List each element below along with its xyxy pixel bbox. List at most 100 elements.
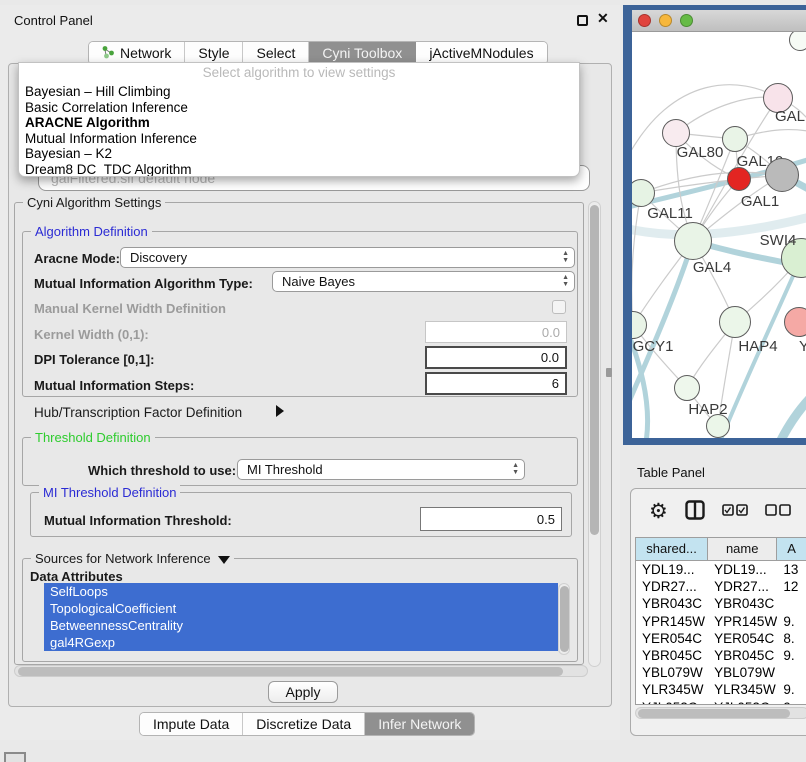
mi-type-combobox[interactable]: Naive Bayes ▲▼ xyxy=(272,271,575,292)
algorithm-dropdown-item[interactable]: Mutual Information Inference xyxy=(19,131,579,147)
data-attribute-item[interactable]: TopologicalCoefficient xyxy=(44,600,558,617)
node-unlabeled[interactable] xyxy=(706,414,730,438)
table-cell: YBR045C xyxy=(708,647,777,664)
network-view-window: GALGAL80GAL10GAL1GAL11SWI4GAL4GCY1HAP4YH… xyxy=(623,5,806,445)
minimized-panel-icon[interactable] xyxy=(4,752,26,762)
tab-style[interactable]: Style xyxy=(185,42,243,64)
tab-network-label: Network xyxy=(120,45,171,61)
float-panel-icon[interactable] xyxy=(577,15,588,26)
tab-jactivemnodules[interactable]: jActiveMNodules xyxy=(416,42,546,64)
window-minimize-icon[interactable] xyxy=(659,14,672,27)
node-unlabeled[interactable] xyxy=(789,32,806,51)
data-attribute-item[interactable]: BetweennessCentrality xyxy=(44,617,558,634)
algorithm-dropdown-popup: Select algorithm to view settings Bayesi… xyxy=(18,62,580,177)
table-row[interactable]: YDL19...YDL19...13 xyxy=(636,561,806,578)
table-row[interactable]: YLR345WYLR345W9. xyxy=(636,681,806,698)
node-gcy1[interactable] xyxy=(632,311,647,339)
which-threshold-combobox[interactable]: MI Threshold ▲▼ xyxy=(237,459,525,480)
data-attributes-label: Data Attributes xyxy=(30,569,123,584)
splitter-handle[interactable] xyxy=(606,368,612,377)
table-row[interactable]: YER054CYER054C8. xyxy=(636,630,806,647)
node-hap2[interactable] xyxy=(674,375,700,401)
network-icon xyxy=(102,45,115,62)
tab-infer-network[interactable]: Infer Network xyxy=(365,713,474,735)
table-row[interactable]: YBR043CYBR043C xyxy=(636,595,806,612)
table-cell: YBR043C xyxy=(636,595,708,612)
node-gal1[interactable] xyxy=(727,167,751,191)
deselect-all-checkboxes-icon[interactable] xyxy=(765,503,791,521)
table-cell: YPR145W xyxy=(636,613,708,630)
node-table[interactable]: shared... name A YDL19...YDL19...13YDR27… xyxy=(635,537,806,705)
tab-select[interactable]: Select xyxy=(243,42,309,64)
table-row[interactable]: YDR27...YDR27...12 xyxy=(636,578,806,595)
network-canvas[interactable]: GALGAL80GAL10GAL1GAL11SWI4GAL4GCY1HAP4YH… xyxy=(632,32,806,438)
kernel-width-field[interactable]: 0.0 xyxy=(425,321,567,343)
mi-threshold-field[interactable]: 0.5 xyxy=(420,507,562,531)
aracne-mode-combobox[interactable]: Discovery ▲▼ xyxy=(120,247,575,268)
attributes-scrollbar[interactable] xyxy=(558,583,570,655)
node-hap4[interactable] xyxy=(719,306,751,338)
algorithm-dropdown-item[interactable]: Basic Correlation Inference xyxy=(19,100,579,116)
table-cell: YLR345W xyxy=(636,681,708,698)
table-cell xyxy=(777,664,806,681)
table-cell: 12 xyxy=(777,578,806,595)
node-gal4[interactable] xyxy=(674,222,712,260)
table-cell: YBR045C xyxy=(636,647,708,664)
table-cell: YLR345W xyxy=(708,681,777,698)
table-row[interactable]: YBR045CYBR045C9. xyxy=(636,647,806,664)
table-horizontal-scrollbar[interactable] xyxy=(635,707,806,719)
dpi-tolerance-field[interactable]: 0.0 xyxy=(425,346,567,369)
table-cell: YJL052C xyxy=(636,699,708,706)
table-row[interactable]: YPR145WYPR145W9. xyxy=(636,613,806,630)
algorithm-dropdown-item[interactable]: Dream8 DC_TDC Algorithm xyxy=(19,162,579,177)
node-label: GAL4 xyxy=(693,259,731,276)
node-gal80[interactable] xyxy=(662,119,690,147)
table-cell xyxy=(777,595,806,612)
apply-button[interactable]: Apply xyxy=(268,681,338,703)
network-window-titlebar[interactable] xyxy=(632,10,806,32)
table-cell: YBL079W xyxy=(708,664,777,681)
algorithm-dropdown-item[interactable]: ARACNE Algorithm xyxy=(19,115,579,131)
table-row[interactable]: YJL052CYJL052C9 xyxy=(636,699,806,706)
node-label: GCY1 xyxy=(633,338,674,355)
node-y[interactable] xyxy=(784,307,806,337)
control-panel-title: Control Panel xyxy=(14,13,93,28)
dpi-tolerance-label: DPI Tolerance [0,1]: xyxy=(34,352,154,367)
column-header-name[interactable]: name xyxy=(708,538,777,560)
manual-kernel-checkbox[interactable] xyxy=(552,300,566,314)
table-row[interactable]: YBL079WYBL079W xyxy=(636,664,806,681)
columns-icon[interactable] xyxy=(685,500,705,525)
mi-steps-field[interactable]: 6 xyxy=(425,372,567,395)
tab-network[interactable]: Network xyxy=(89,42,185,64)
window-zoom-icon[interactable] xyxy=(680,14,693,27)
control-panel: Control Panel ✕ Network Style Select xyxy=(0,5,620,740)
collapse-down-icon[interactable] xyxy=(218,556,230,564)
algorithm-definition-legend: Algorithm Definition xyxy=(31,224,152,239)
table-cell: YDR27... xyxy=(636,578,708,595)
column-header-clipped[interactable]: A xyxy=(777,538,806,560)
expand-right-icon[interactable] xyxy=(276,405,284,417)
tab-discretize-data[interactable]: Discretize Data xyxy=(243,713,365,735)
select-all-checkboxes-icon[interactable] xyxy=(722,503,748,521)
kernel-width-label: Kernel Width (0,1): xyxy=(34,327,149,342)
data-attribute-item[interactable]: gal4RGexp xyxy=(44,634,558,651)
stepper-icon: ▲▼ xyxy=(512,462,519,476)
algorithm-dropdown-list: Bayesian – Hill ClimbingBasic Correlatio… xyxy=(19,84,579,177)
node-gal11[interactable] xyxy=(632,179,655,207)
tab-impute-data[interactable]: Impute Data xyxy=(140,713,243,735)
gear-icon[interactable]: ⚙ xyxy=(649,502,668,522)
settings-horizontal-scrollbar[interactable] xyxy=(14,665,588,677)
table-cell: 9. xyxy=(777,681,806,698)
node-unlabeled[interactable] xyxy=(765,158,799,192)
tab-cyni-toolbox[interactable]: Cyni Toolbox xyxy=(309,42,416,64)
algorithm-dropdown-item[interactable]: Bayesian – Hill Climbing xyxy=(19,84,579,100)
data-attribute-item[interactable]: SelfLoops xyxy=(44,583,558,600)
close-panel-icon[interactable]: ✕ xyxy=(597,10,609,27)
column-header-shared-name[interactable]: shared... xyxy=(636,538,708,560)
node-gal10[interactable] xyxy=(722,126,748,152)
hub-definition-label[interactable]: Hub/Transcription Factor Definition xyxy=(34,405,242,420)
window-close-icon[interactable] xyxy=(638,14,651,27)
settings-vertical-scrollbar[interactable] xyxy=(588,201,601,667)
table-cell: 9 xyxy=(777,699,806,706)
algorithm-dropdown-item[interactable]: Bayesian – K2 xyxy=(19,146,579,162)
